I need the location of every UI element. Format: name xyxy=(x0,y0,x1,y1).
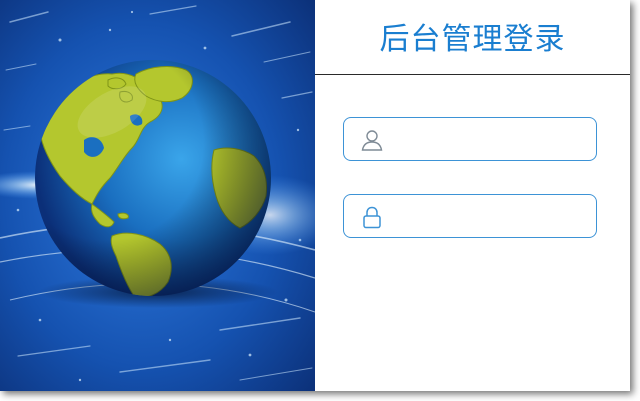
login-card: 后台管理登录 xyxy=(0,0,630,391)
login-window: 后台管理登录 xyxy=(0,0,640,401)
password-input[interactable] xyxy=(394,201,589,231)
globe-illustration xyxy=(0,0,315,391)
login-form: 后台管理登录 xyxy=(315,0,630,391)
lock-icon xyxy=(360,205,384,229)
user-icon xyxy=(360,128,384,152)
title-divider xyxy=(315,74,630,75)
username-input[interactable] xyxy=(394,124,589,154)
password-field[interactable] xyxy=(343,194,597,238)
login-title: 后台管理登录 xyxy=(379,22,566,57)
hero-image xyxy=(0,0,315,391)
username-field[interactable] xyxy=(343,117,597,161)
